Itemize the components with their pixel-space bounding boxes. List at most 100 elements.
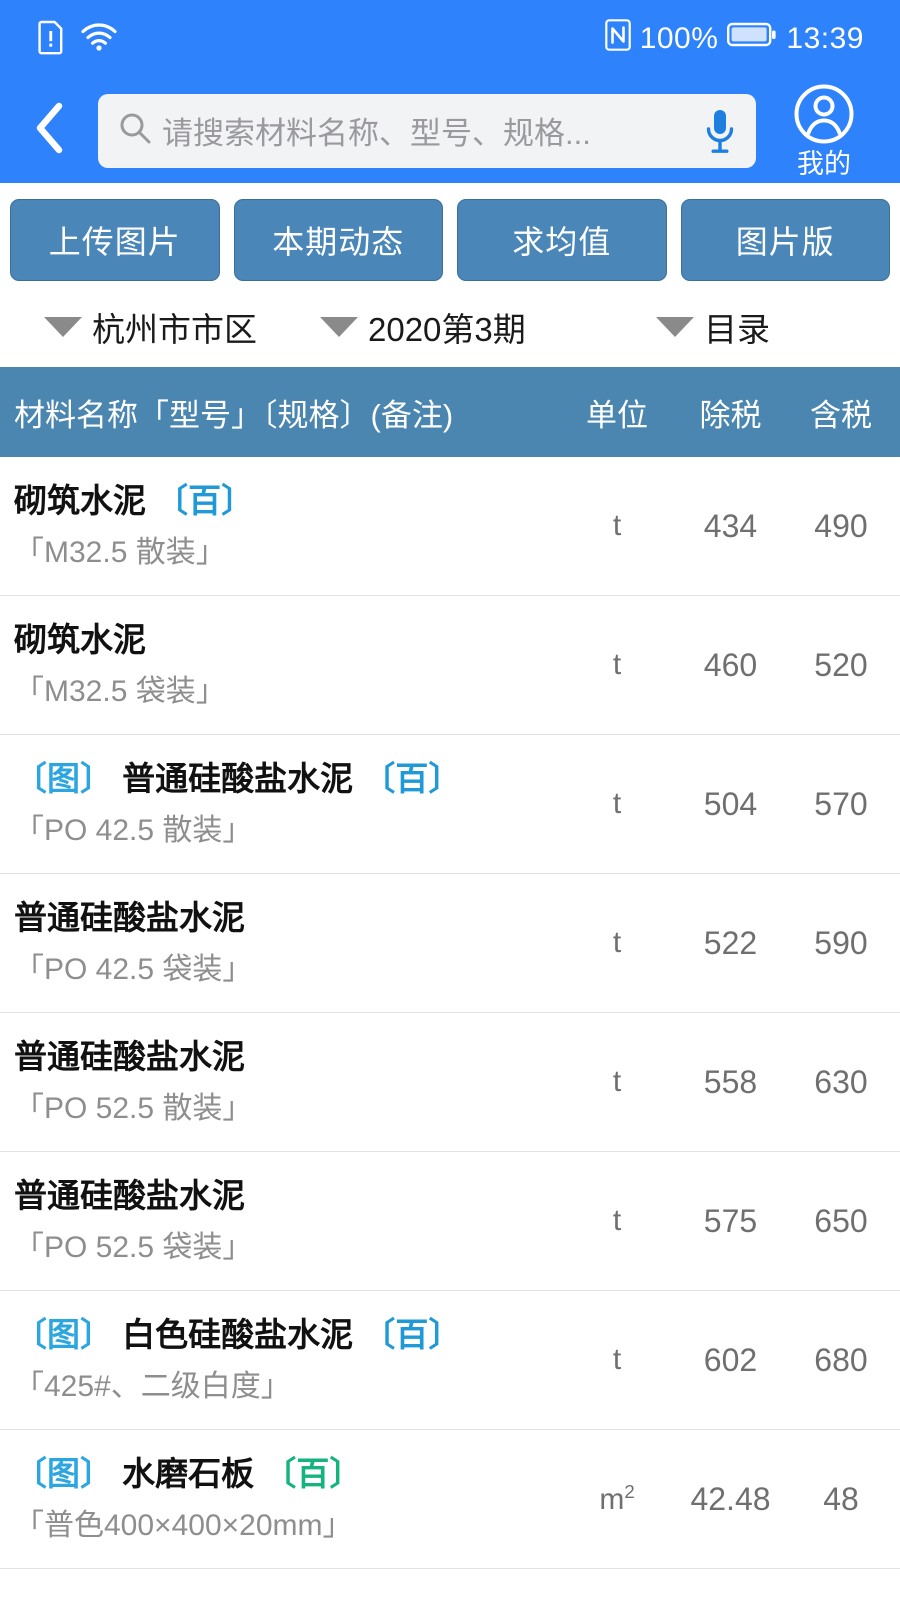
unit-cell: t [612,1065,622,1098]
status-bar-left [36,19,118,60]
material-spec: 「普色400×400×20mm」 [14,1509,353,1543]
material-title: 普通硅酸盐水泥 [14,1035,553,1079]
unit-cell: t [612,1343,622,1376]
filter-region-label: 杭州市市区 [92,311,257,348]
column-header-in-tax: 含税 [810,397,872,433]
filter-region[interactable]: 杭州市市区 [0,303,320,351]
hundred-tag[interactable]: 〔百〕 [362,1316,461,1353]
material-title-text: 砌筑水泥 [14,620,146,658]
clock-label: 13:39 [786,22,864,55]
table-row[interactable]: 普通硅酸盐水泥 「PO 42.5 袋装」 t 522 590 [0,874,900,1013]
chevron-down-icon [320,317,358,337]
material-title: 砌筑水泥 〔百〕 [14,479,553,523]
ex-tax-price-cell: 504 [703,785,758,822]
ex-tax-price-cell: 460 [703,646,758,683]
average-button[interactable]: 求均值 [457,199,667,281]
material-spec: 「M32.5 袋装」 [14,675,226,709]
upload-image-button[interactable]: 上传图片 [10,199,220,281]
battery-percent-label: 100% [639,22,719,55]
filter-catalog[interactable]: 目录 [620,303,880,351]
material-title-text: 普通硅酸盐水泥 [14,1176,245,1214]
column-header-ex-tax: 除税 [699,397,762,433]
material-title-text: 水磨石板 [122,1454,255,1492]
unit-cell: t [612,787,622,820]
material-title: 〔图〕 白色硅酸盐水泥 〔百〕 [14,1313,553,1357]
image-version-button[interactable]: 图片版 [680,199,890,281]
material-list: 砌筑水泥 〔百〕 「M32.5 散装」 t 434 490 砌筑水泥 「M32.5 袋装」 t… [0,457,900,1569]
material-spec: 「M32.5 散装」 [14,536,226,570]
table-row[interactable]: 〔图〕 普通硅酸盐水泥 〔百〕 「PO 42.5 散装」 t 504 570 [0,735,900,874]
unit-cell: t [612,1204,622,1237]
table-row[interactable]: 普通硅酸盐水泥「PO 52.5 袋装」 t 575 650 [0,1152,900,1291]
material-title: 〔图〕 普通硅酸盐水泥 〔百〕 [14,757,553,801]
material-name-cell: 砌筑水泥 〔百〕「M32.5 散装」 [0,469,561,583]
chevron-down-icon [656,317,694,337]
material-title: 普通硅酸盐水泥 [14,1174,553,1218]
status-bar: 100% 13:39 [0,0,900,78]
microphone-icon[interactable] [702,107,738,155]
material-name-cell: 〔图〕 水磨石板 〔百〕「普色400×400×20mm」 [0,1442,561,1556]
profile-label: 我的 [797,149,851,179]
user-circle-icon [793,83,855,150]
unit-cell: t [612,509,622,542]
material-title-text: 普通硅酸盐水泥 [14,898,245,936]
unit-cell: m2 [599,1481,635,1516]
status-bar-right: 100% 13:39 [604,19,864,59]
action-button-row: 上传图片 本期动态 求均值 图片版 [0,183,900,295]
sim-card-alert-icon [36,19,66,60]
filter-row: 杭州市市区 2020第3期 目录 [0,295,900,367]
material-name-cell: 普通硅酸盐水泥「PO 52.5 袋装」 [0,1164,561,1278]
material-name-cell: 〔图〕 白色硅酸盐水泥 〔百〕「425#、二级白度」 [0,1303,561,1417]
hundred-tag[interactable]: 〔百〕 [263,1455,362,1492]
material-title: 普通硅酸盐水泥 [14,896,553,940]
wifi-icon [80,22,118,57]
material-spec: 「PO 52.5 散装」 [14,1092,253,1126]
image-tag[interactable]: 〔图〕 [14,1316,113,1353]
nfc-icon [604,19,631,59]
ex-tax-price-cell: 42.48 [690,1480,771,1517]
ex-tax-price-cell: 575 [703,1202,758,1239]
table-row[interactable]: 〔图〕 水磨石板 〔百〕「普色400×400×20mm」 m2 42.48 48 [0,1430,900,1569]
ex-tax-price-cell: 522 [703,924,758,961]
hundred-tag[interactable]: 〔百〕 [362,760,461,797]
in-tax-price-cell: 650 [814,1202,868,1239]
hundred-tag[interactable]: 〔百〕 [155,482,254,519]
chevron-left-icon [31,100,71,161]
back-button[interactable] [18,98,84,164]
table-row[interactable]: 砌筑水泥 〔百〕「M32.5 散装」 t 434 490 [0,457,900,596]
filter-period[interactable]: 2020第3期 [320,303,620,351]
in-tax-price-cell: 520 [814,646,868,683]
unit-cell: t [612,926,622,959]
in-tax-price-cell: 490 [814,507,868,544]
in-tax-price-cell: 48 [823,1480,859,1517]
material-name-cell: 砌筑水泥「M32.5 袋装」 [0,608,561,722]
image-tag[interactable]: 〔图〕 [14,760,113,797]
profile-button[interactable]: 我的 [770,83,878,178]
ex-tax-price-cell: 602 [703,1341,758,1378]
app-header: 请搜索材料名称、型号、规格... 我的 [0,78,900,183]
material-title-text: 普通硅酸盐水泥 [14,1037,245,1075]
table-header: 材料名称「型号」〔规格〕(备注) 单位 除税 含税 [0,367,900,457]
table-row[interactable]: 〔图〕 白色硅酸盐水泥 〔百〕「425#、二级白度」 t 602 680 [0,1291,900,1430]
material-title-text: 砌筑水泥 [14,481,146,519]
image-tag[interactable]: 〔图〕 [14,1455,113,1492]
in-tax-price-cell: 570 [814,785,868,822]
battery-full-icon [727,21,777,57]
ex-tax-price-cell: 434 [703,507,758,544]
search-icon [118,111,152,150]
search-input[interactable]: 请搜索材料名称、型号、规格... [98,93,756,168]
current-period-news-button[interactable]: 本期动态 [233,199,443,281]
in-tax-price-cell: 630 [814,1063,868,1100]
search-placeholder: 请搜索材料名称、型号、规格... [162,116,591,151]
material-title: 砌筑水泥 [14,618,553,662]
column-header-unit: 单位 [586,397,648,433]
chevron-down-icon [44,317,82,337]
table-row[interactable]: 普通硅酸盐水泥「PO 52.5 散装」 t 558 630 [0,1013,900,1152]
material-spec: 「PO 42.5 袋装」 [14,953,253,987]
table-row[interactable]: 砌筑水泥 「M32.5 袋装」 t 460 520 [0,596,900,735]
material-spec: 「425#、二级白度」 [14,1370,291,1404]
in-tax-price-cell: 680 [814,1341,868,1378]
ex-tax-price-cell: 558 [703,1063,758,1100]
column-header-name: 材料名称「型号」〔规格〕(备注) [14,397,454,433]
material-spec: 「PO 52.5 袋装」 [14,1231,253,1265]
